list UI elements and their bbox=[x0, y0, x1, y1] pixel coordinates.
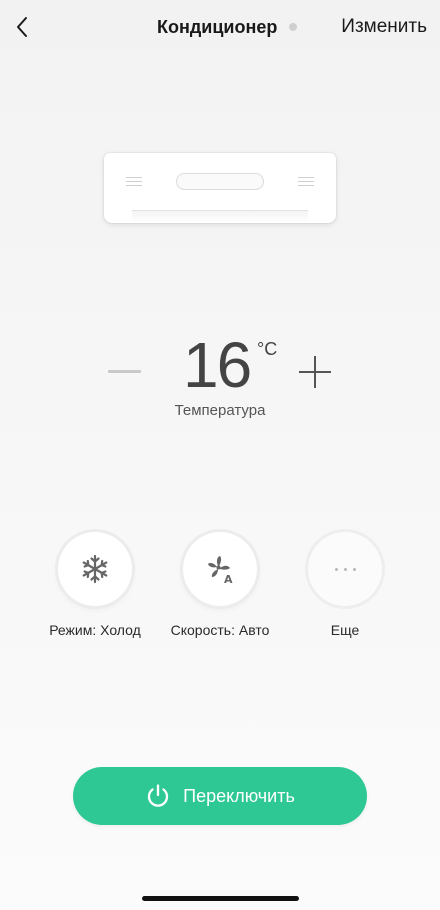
fan-auto-icon: A bbox=[208, 556, 233, 585]
power-toggle-button[interactable]: Переключить bbox=[73, 767, 367, 825]
more-button[interactable] bbox=[308, 532, 382, 606]
air-conditioner-illustration bbox=[104, 153, 336, 225]
temperature-value: 16 bbox=[183, 329, 252, 401]
fan-speed-button[interactable]: A bbox=[183, 532, 257, 606]
back-button[interactable] bbox=[10, 12, 38, 42]
power-toggle-label: Переключить bbox=[183, 785, 295, 806]
ac-display bbox=[176, 173, 264, 190]
svg-text:A: A bbox=[224, 573, 233, 585]
status-dot bbox=[289, 23, 297, 31]
minus-icon bbox=[108, 370, 141, 373]
more-control: Еще bbox=[280, 532, 410, 638]
ac-vent-right bbox=[298, 177, 314, 186]
top-bar: Кондиционер Изменить bbox=[0, 0, 440, 56]
mode-control: Режим: Холод bbox=[30, 532, 160, 638]
home-indicator[interactable] bbox=[142, 896, 299, 901]
ac-vent-left bbox=[126, 177, 142, 186]
increase-temperature-button[interactable] bbox=[298, 355, 332, 389]
more-dots-icon bbox=[334, 567, 356, 571]
snowflake-icon bbox=[82, 554, 108, 584]
fan-speed-control: A Скорость: Авто bbox=[155, 532, 285, 638]
mode-button[interactable] bbox=[58, 532, 132, 606]
page-title: Кондиционер bbox=[157, 17, 278, 37]
chevron-left-icon bbox=[17, 17, 27, 37]
temperature-label: Температура bbox=[174, 402, 266, 419]
ac-flap bbox=[132, 210, 308, 223]
fan-speed-label: Скорость: Авто bbox=[170, 622, 270, 638]
edit-button[interactable]: Изменить bbox=[341, 16, 427, 38]
mode-label: Режим: Холод bbox=[49, 622, 141, 638]
more-label: Еще bbox=[330, 622, 360, 638]
temperature-unit: °C bbox=[257, 339, 278, 359]
power-icon bbox=[148, 784, 169, 807]
